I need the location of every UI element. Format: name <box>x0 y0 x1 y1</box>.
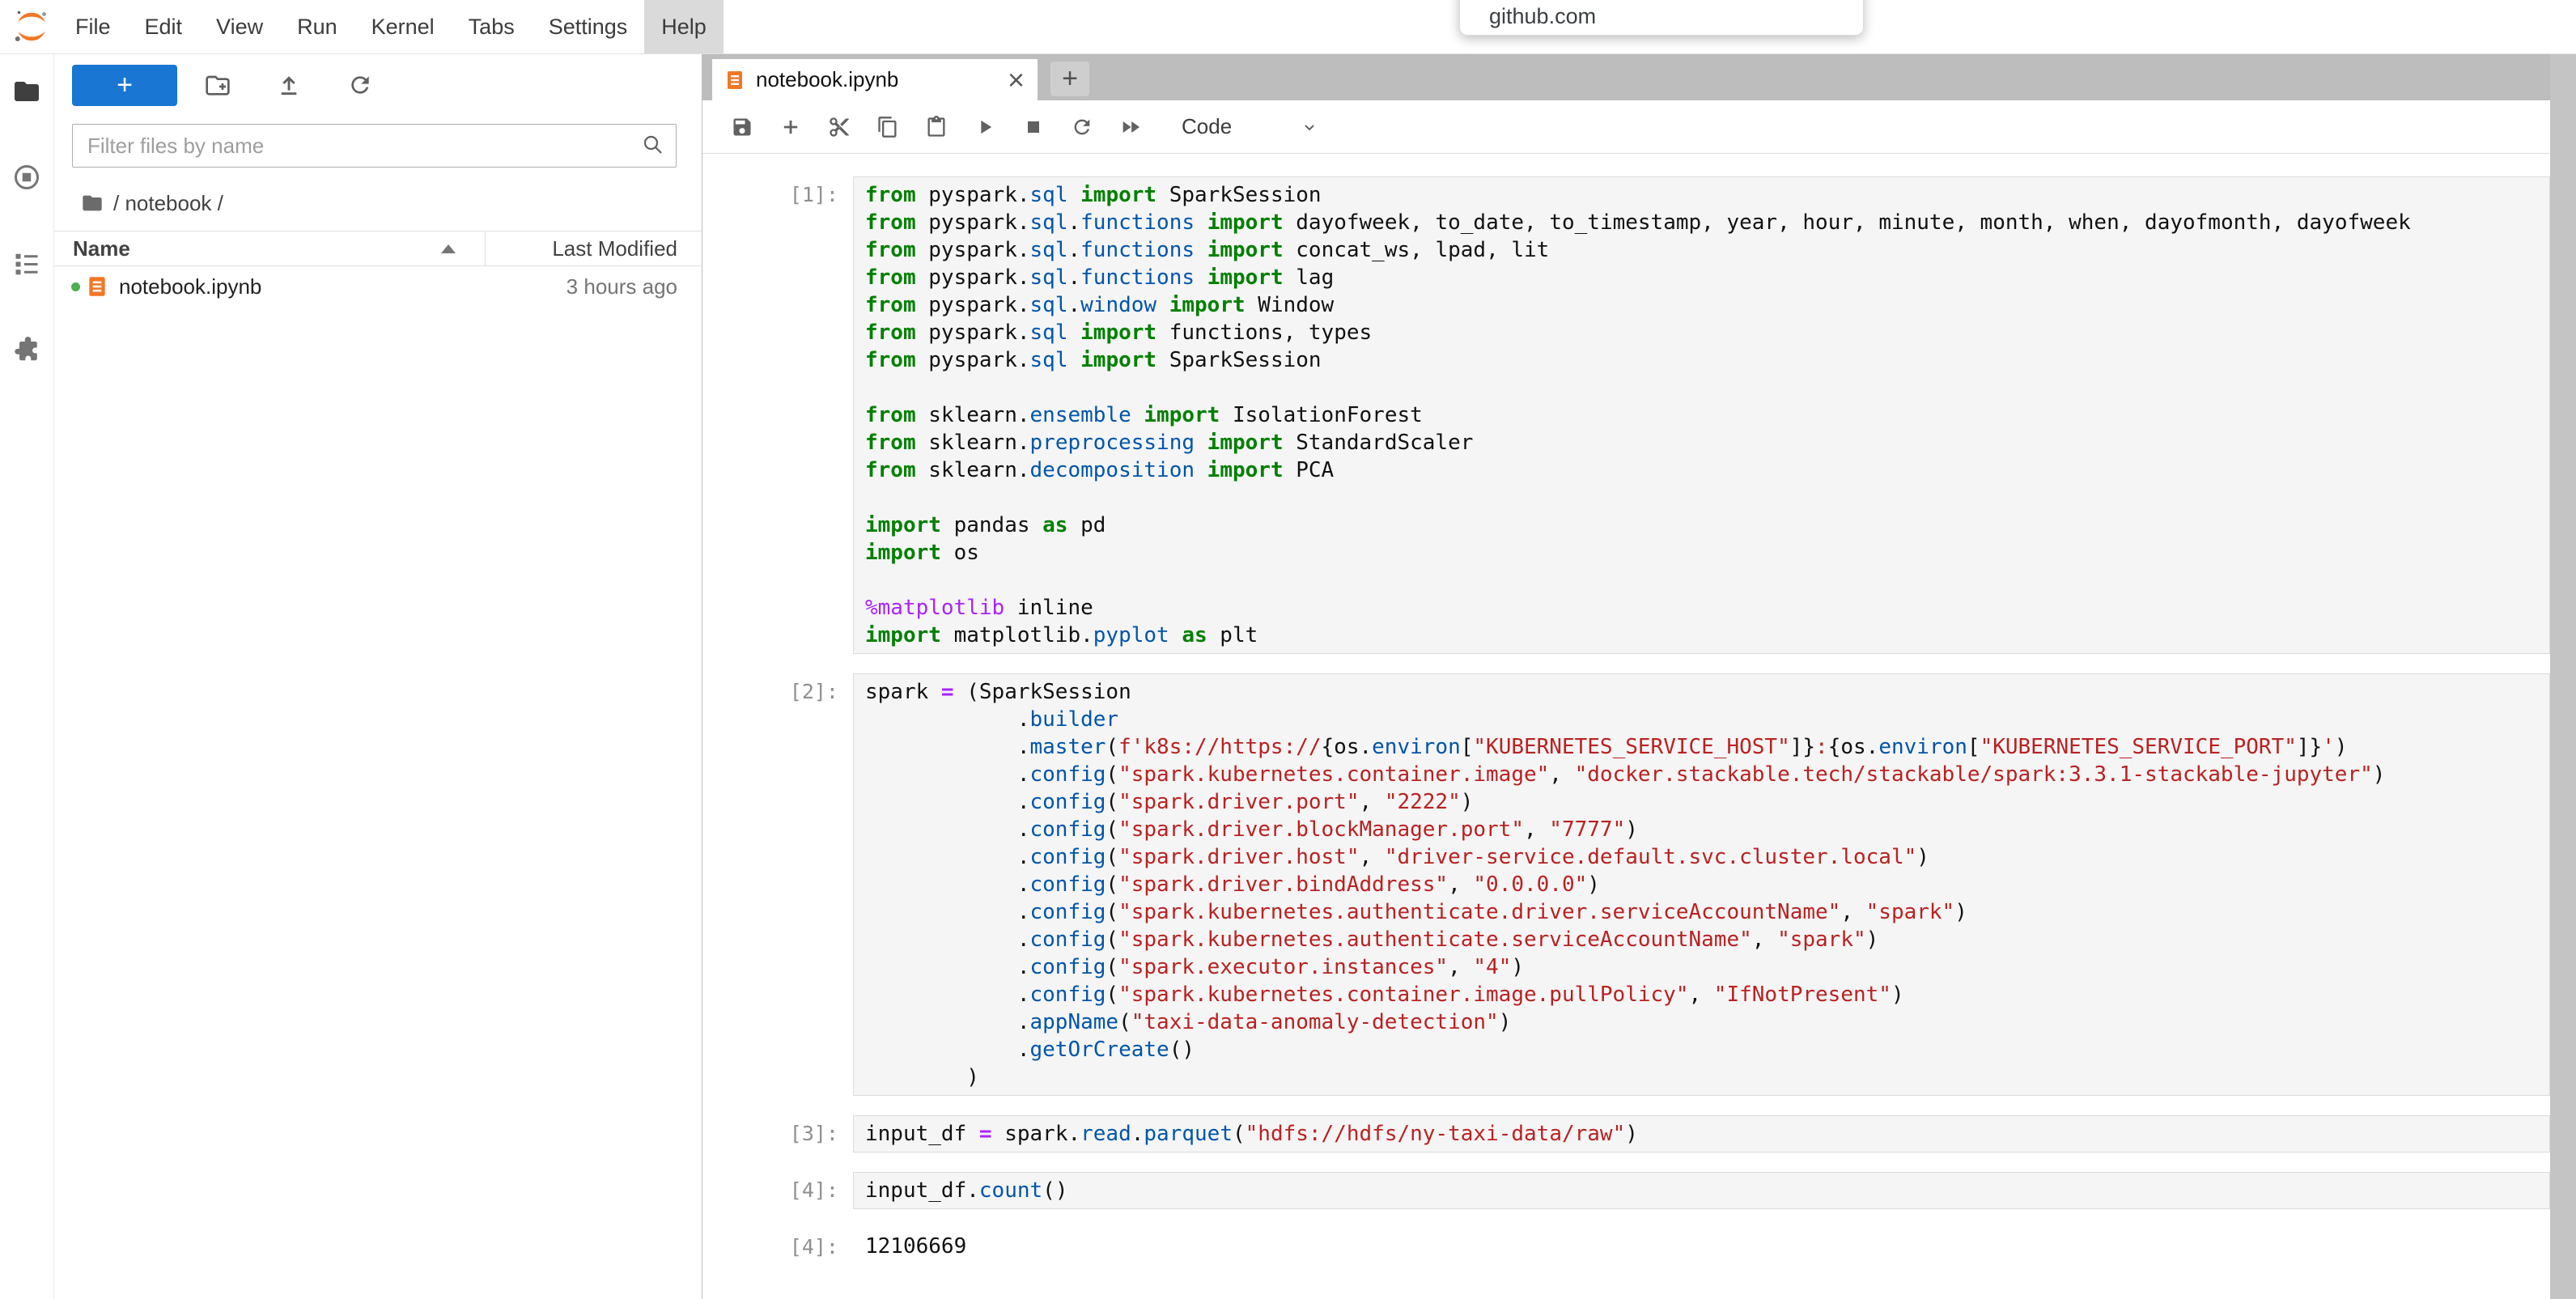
upload-icon <box>276 72 302 98</box>
sidebar-tab-toc[interactable] <box>7 247 46 279</box>
code-cell-row: [4]:input_df.count() <box>702 1172 2550 1209</box>
new-folder-icon <box>205 72 231 98</box>
sidebar-tab-running[interactable] <box>7 161 46 193</box>
input-prompt: [4]: <box>702 1172 853 1209</box>
refresh-icon <box>347 72 373 98</box>
cell-type-label: Code <box>1182 114 1232 139</box>
extensions-icon <box>12 334 41 363</box>
column-header-modified[interactable]: Last Modified <box>552 236 677 261</box>
run-all-icon <box>1119 116 1142 138</box>
cell-editor[interactable]: from pyspark.sql import SparkSessionfrom… <box>853 176 2550 654</box>
notebook-cells: [1]:from pyspark.sql import SparkSession… <box>702 176 2550 1264</box>
tab-bar: notebook.ipynb × + <box>702 54 2576 100</box>
sidebar-tab-extensions[interactable] <box>7 333 46 365</box>
menu-items: FileEditViewRunKernelTabsSettingsHelp <box>58 0 724 53</box>
cell-editor[interactable]: input_df = spark.read.parquet("hdfs://hd… <box>853 1115 2550 1153</box>
main-area: notebook.ipynb × + <box>702 54 2576 1299</box>
left-sidebar-strip <box>0 54 54 1299</box>
menu-bar: FileEditViewRunKernelTabsSettingsHelp <box>0 0 2576 54</box>
run-cell-button[interactable] <box>968 110 1002 144</box>
folder-icon <box>81 192 104 214</box>
add-cell-icon <box>779 116 802 138</box>
file-browser-panel: + <box>54 54 702 1299</box>
stop-icon <box>1022 116 1045 138</box>
restart-kernel-button[interactable] <box>1065 110 1099 144</box>
input-prompt: [3]: <box>702 1115 853 1153</box>
code-cell-row: [3]:input_df = spark.read.parquet("hdfs:… <box>702 1115 2550 1153</box>
breadcrumb-path: / notebook / <box>113 191 223 216</box>
add-tab-button[interactable]: + <box>1050 62 1089 96</box>
sidebar-tab-files[interactable] <box>7 75 46 108</box>
file-modified: 3 hours ago <box>567 274 677 299</box>
notebook-file-icon <box>87 274 108 299</box>
file-filter <box>72 124 677 168</box>
menu-kernel[interactable]: Kernel <box>354 0 452 53</box>
jupyter-logo <box>13 8 50 45</box>
menu-settings[interactable]: Settings <box>532 0 645 53</box>
interrupt-kernel-button[interactable] <box>1016 110 1050 144</box>
running-sessions-icon <box>12 163 41 192</box>
refresh-button[interactable] <box>342 67 378 103</box>
file-filter-input[interactable] <box>72 124 677 168</box>
paste-cell-button[interactable] <box>919 110 953 144</box>
browser-popup: github.com <box>1459 0 1864 36</box>
input-prompt: [2]: <box>702 673 853 1096</box>
cut-icon <box>828 116 851 138</box>
save-button[interactable] <box>725 110 759 144</box>
cell-editor[interactable]: spark = (SparkSession .builder .master(f… <box>853 673 2550 1096</box>
column-header-name[interactable]: Name <box>73 236 130 261</box>
notebook-scrollbar[interactable] <box>2550 54 2576 1299</box>
menu-help[interactable]: Help <box>644 0 724 53</box>
file-name: notebook.ipynb <box>119 274 261 299</box>
table-of-contents-icon <box>12 248 41 278</box>
search-icon <box>641 133 665 157</box>
popup-site-label: github.com <box>1489 4 1596 28</box>
paste-icon <box>925 116 948 138</box>
file-browser-toolbar: + <box>54 54 702 109</box>
menu-view[interactable]: View <box>199 0 280 53</box>
menu-run[interactable]: Run <box>280 0 354 53</box>
input-prompt: [1]: <box>702 176 853 654</box>
notebook-content: [1]:from pyspark.sql import SparkSession… <box>702 154 2550 1299</box>
tab-notebook[interactable]: notebook.ipynb × <box>712 59 1038 100</box>
copy-cell-button[interactable] <box>871 110 905 144</box>
upload-button[interactable] <box>271 67 307 103</box>
cell-output: 12106669 <box>853 1229 2550 1264</box>
output-row: [4]:12106669 <box>702 1229 2550 1264</box>
restart-icon <box>1071 116 1093 138</box>
menu-tabs[interactable]: Tabs <box>452 0 532 53</box>
file-row[interactable]: notebook.ipynb 3 hours ago <box>54 266 702 307</box>
new-folder-button[interactable] <box>200 67 236 103</box>
cell-type-dropdown[interactable]: Code <box>1182 114 1319 139</box>
kernel-status-dot <box>71 282 80 291</box>
breadcrumb[interactable]: / notebook / <box>81 189 702 218</box>
notebook-file-icon <box>725 69 745 91</box>
copy-icon <box>876 116 899 138</box>
notebook-toolbar: Code <box>702 100 2576 154</box>
code-cell-row: [2]:spark = (SparkSession .builder .mast… <box>702 673 2550 1096</box>
folder-icon <box>12 77 41 106</box>
cell-editor[interactable]: input_df.count() <box>853 1172 2550 1209</box>
save-icon <box>731 116 753 138</box>
close-icon[interactable]: × <box>1008 66 1025 95</box>
new-launcher-button[interactable]: + <box>72 65 177 106</box>
run-icon <box>974 116 996 138</box>
chevron-down-icon <box>1300 117 1319 137</box>
output-prompt: [4]: <box>702 1229 853 1264</box>
menu-edit[interactable]: Edit <box>128 0 200 53</box>
menu-file[interactable]: File <box>58 0 128 53</box>
column-divider <box>485 231 486 265</box>
restart-run-all-button[interactable] <box>1114 110 1148 144</box>
tab-label: notebook.ipynb <box>756 67 898 92</box>
cut-cell-button[interactable] <box>822 110 856 144</box>
code-cell-row: [1]:from pyspark.sql import SparkSession… <box>702 176 2550 654</box>
add-cell-button[interactable] <box>774 110 808 144</box>
file-list-header: Name Last Modified <box>54 231 702 266</box>
sort-ascending-icon <box>441 244 456 253</box>
